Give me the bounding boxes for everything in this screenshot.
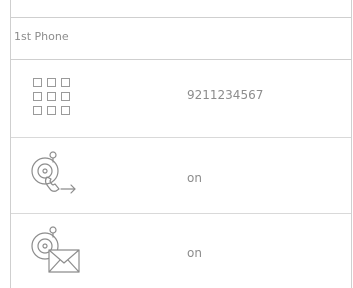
voicemail-row[interactable]: on bbox=[11, 214, 351, 288]
voicemail-icon bbox=[29, 224, 83, 280]
panel-title: 1st Phone bbox=[14, 30, 69, 43]
phone-number-row[interactable]: 9211234567 bbox=[11, 60, 351, 138]
phone-settings-panel: 1st Phone 9211234567 on on bbox=[10, 0, 352, 288]
panel-header: 1st Phone bbox=[11, 17, 351, 60]
call-forward-icon bbox=[29, 149, 81, 203]
call-forward-status: on bbox=[187, 171, 202, 185]
call-forward-row[interactable]: on bbox=[11, 138, 351, 214]
phone-number-value: 9211234567 bbox=[187, 88, 264, 102]
voicemail-status: on bbox=[187, 246, 202, 260]
keypad-icon bbox=[29, 75, 77, 119]
